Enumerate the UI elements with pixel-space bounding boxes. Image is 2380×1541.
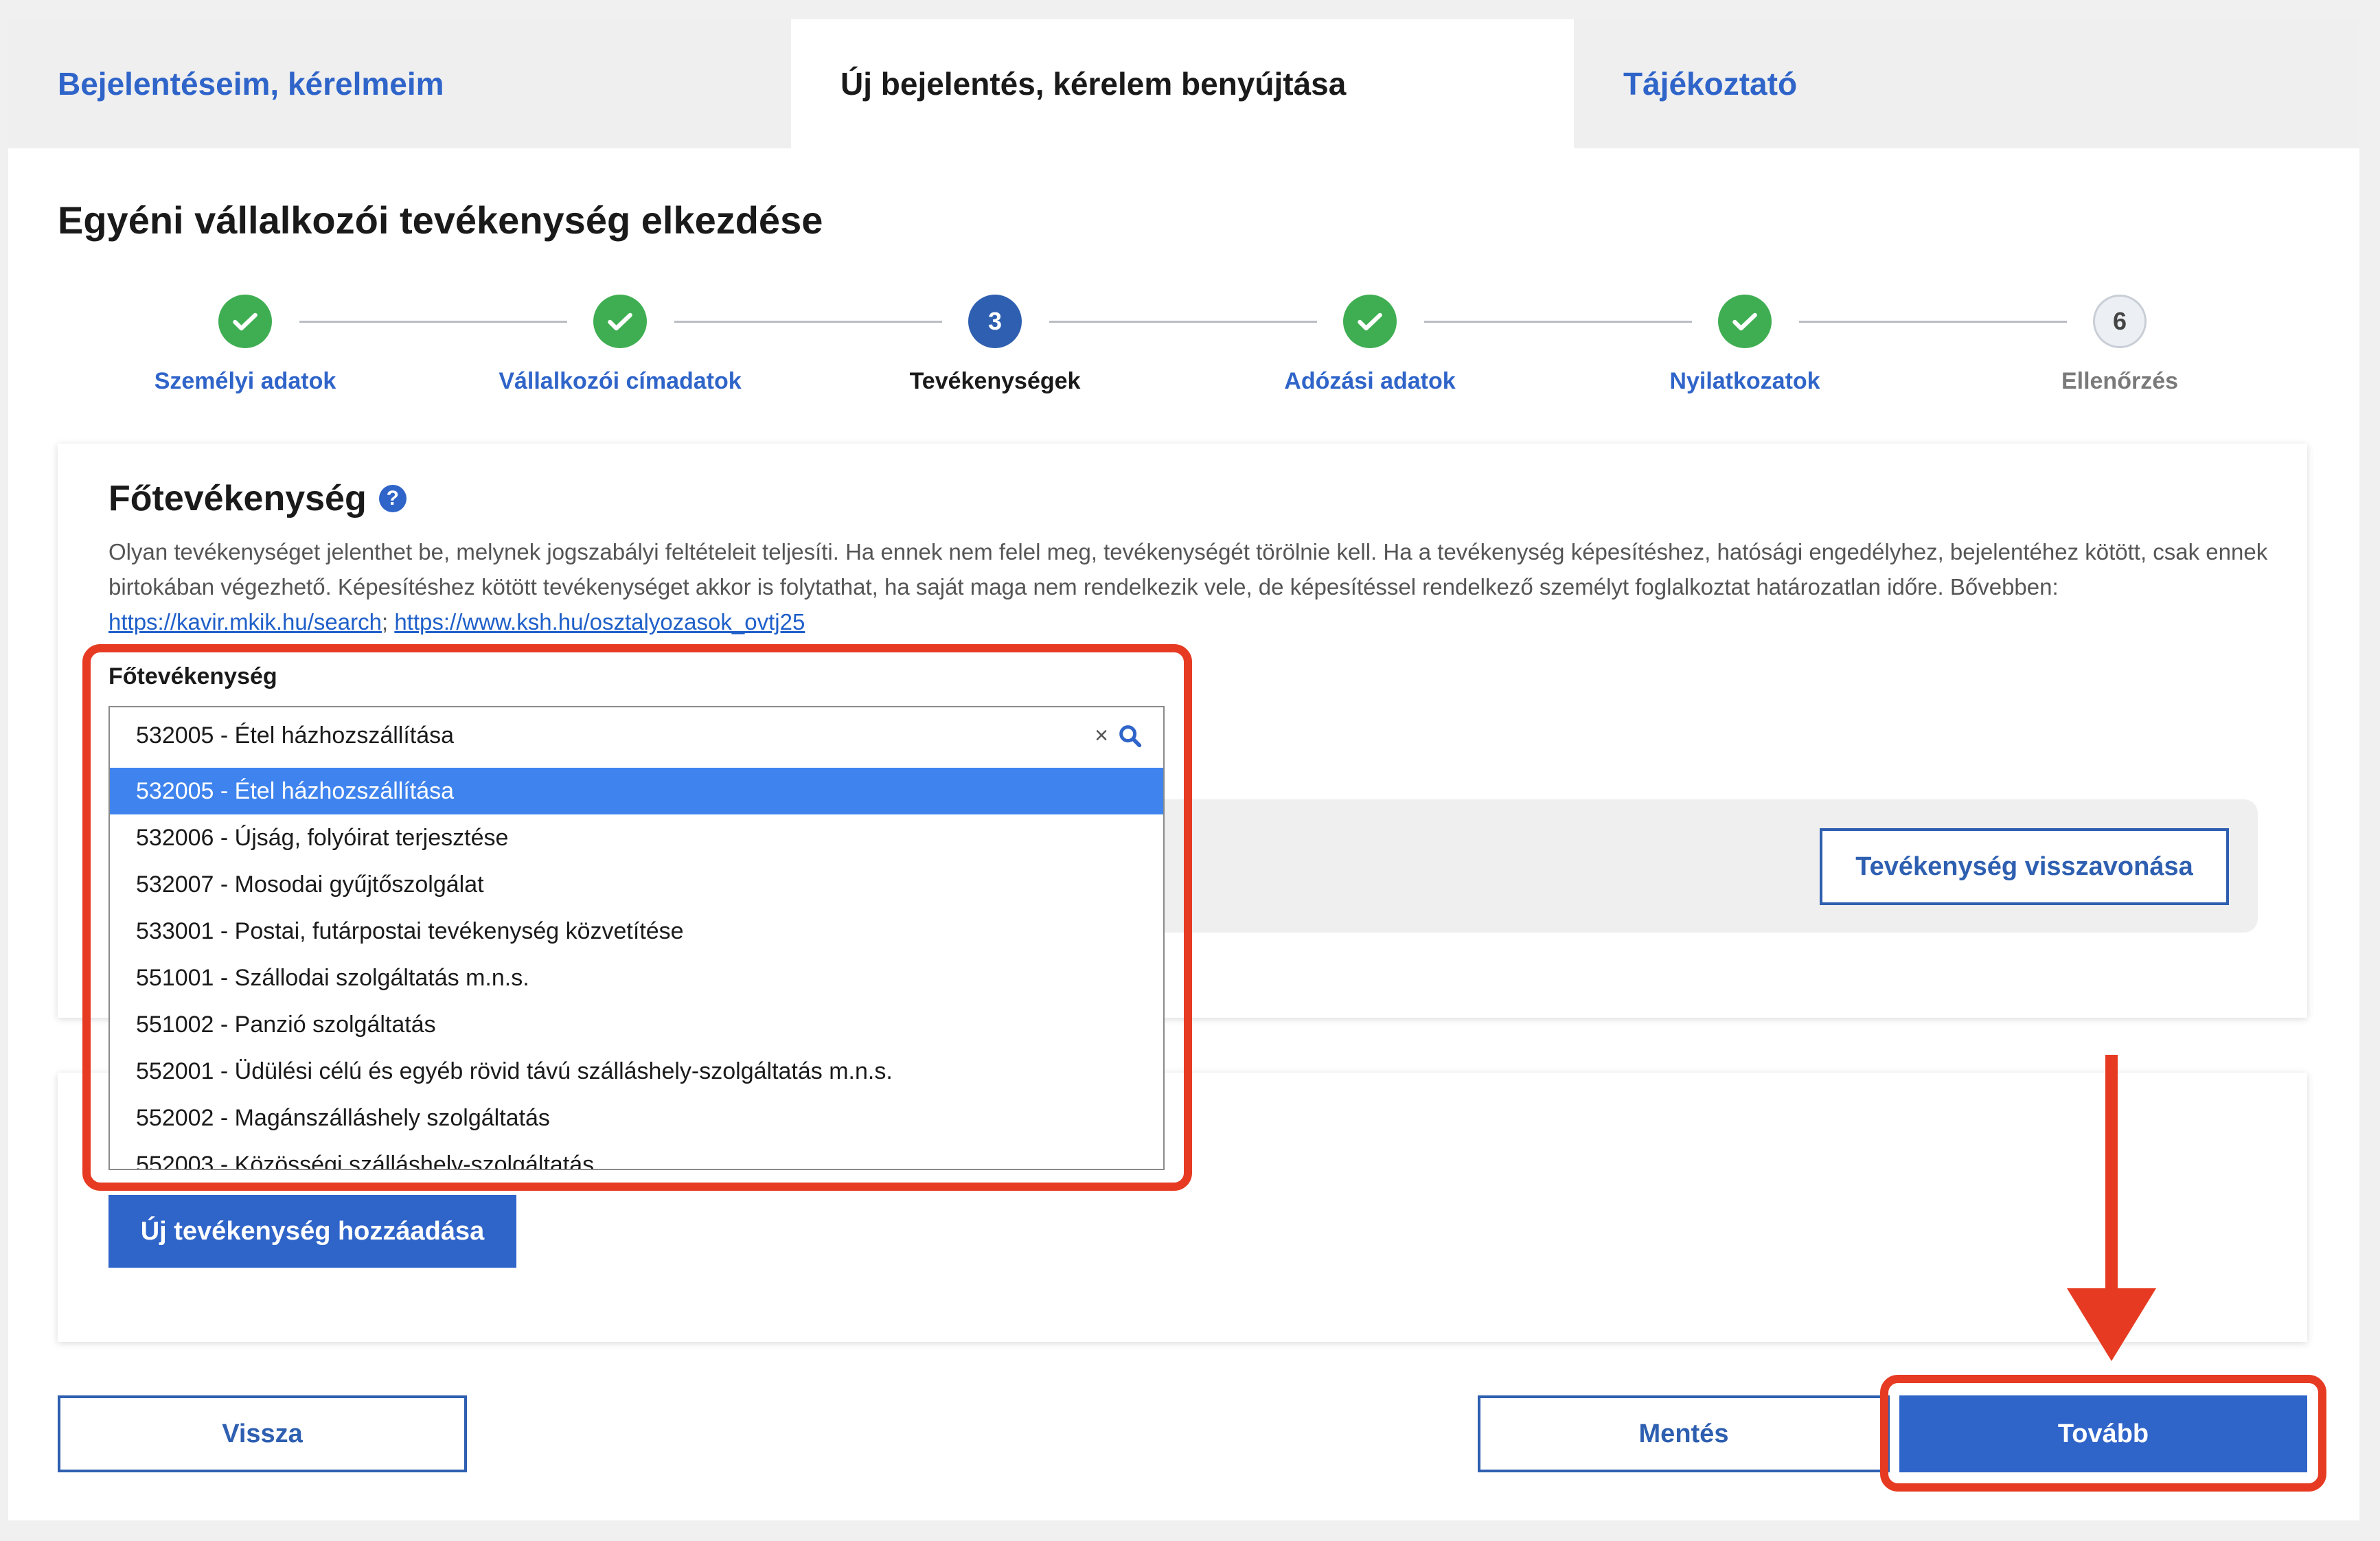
withdraw-activity-button[interactable]: Tevékenység visszavonása	[1820, 828, 2229, 905]
tab-label: Tájékoztató	[1623, 66, 1798, 102]
step-connector	[1799, 321, 2067, 323]
step-4-check-icon[interactable]	[1343, 295, 1397, 348]
step-3-number: 3	[968, 295, 1022, 348]
page-title: Egyéni vállalkozói tevékenység elkezdése	[58, 198, 823, 242]
step-2-check-icon[interactable]	[593, 295, 647, 348]
step-label-declarations[interactable]: Nyilatkozatok	[1566, 368, 1923, 395]
tab-information[interactable]: Tájékoztató	[1574, 19, 2359, 148]
step-connector	[674, 321, 942, 323]
step-connector	[299, 321, 567, 323]
kavir-link[interactable]: https://kavir.mkik.hu/search	[108, 609, 382, 635]
tab-label: Bejelentéseim, kérelmeim	[58, 66, 444, 102]
step-6-number: 6	[2093, 295, 2147, 348]
tab-label: Új bejelentés, kérelem benyújtása	[840, 66, 1347, 102]
description-text: Olyan tevékenységet jelenthet be, melyne…	[108, 539, 2268, 600]
save-button[interactable]: Mentés	[1478, 1395, 1890, 1472]
main-activity-title: Főtevékenység ?	[108, 478, 407, 519]
tab-my-submissions[interactable]: Bejelentéseim, kérelmeim	[8, 19, 791, 148]
question-circle-icon[interactable]: ?	[378, 485, 407, 512]
section-title-text: Főtevékenység	[108, 479, 367, 518]
step-label-personal-data[interactable]: Személyi adatok	[67, 368, 424, 395]
arrow-down-icon	[2067, 1055, 2156, 1361]
step-number: 3	[987, 307, 1003, 335]
ksh-link[interactable]: https://www.ksh.hu/osztalyozasok_ovtj25	[394, 609, 805, 635]
next-button-highlight-frame	[1880, 1375, 2326, 1492]
add-activity-button[interactable]: Új tevékenység hozzáadása	[108, 1195, 516, 1268]
back-button[interactable]: Vissza	[58, 1395, 467, 1472]
step-connector	[1049, 321, 1317, 323]
step-1-check-icon[interactable]	[218, 295, 272, 348]
step-connector	[1424, 321, 1692, 323]
tab-new-submission[interactable]: Új bejelentés, kérelem benyújtása	[791, 19, 1574, 148]
link-separator: ;	[381, 609, 389, 635]
step-5-check-icon[interactable]	[1718, 295, 1772, 348]
step-label-tax-data[interactable]: Adózási adatok	[1191, 368, 1548, 395]
main-activity-description: Olyan tevékenységet jelenthet be, melyne…	[108, 534, 2278, 639]
step-label-business-address[interactable]: Vállalkozói címadatok	[442, 368, 799, 395]
step-number: 6	[2112, 307, 2127, 335]
step-label-review: Ellenőrzés	[2061, 368, 2179, 394]
step-label-activities: Tevékenységek	[909, 368, 1081, 394]
dropdown-highlight-frame	[82, 644, 1192, 1191]
